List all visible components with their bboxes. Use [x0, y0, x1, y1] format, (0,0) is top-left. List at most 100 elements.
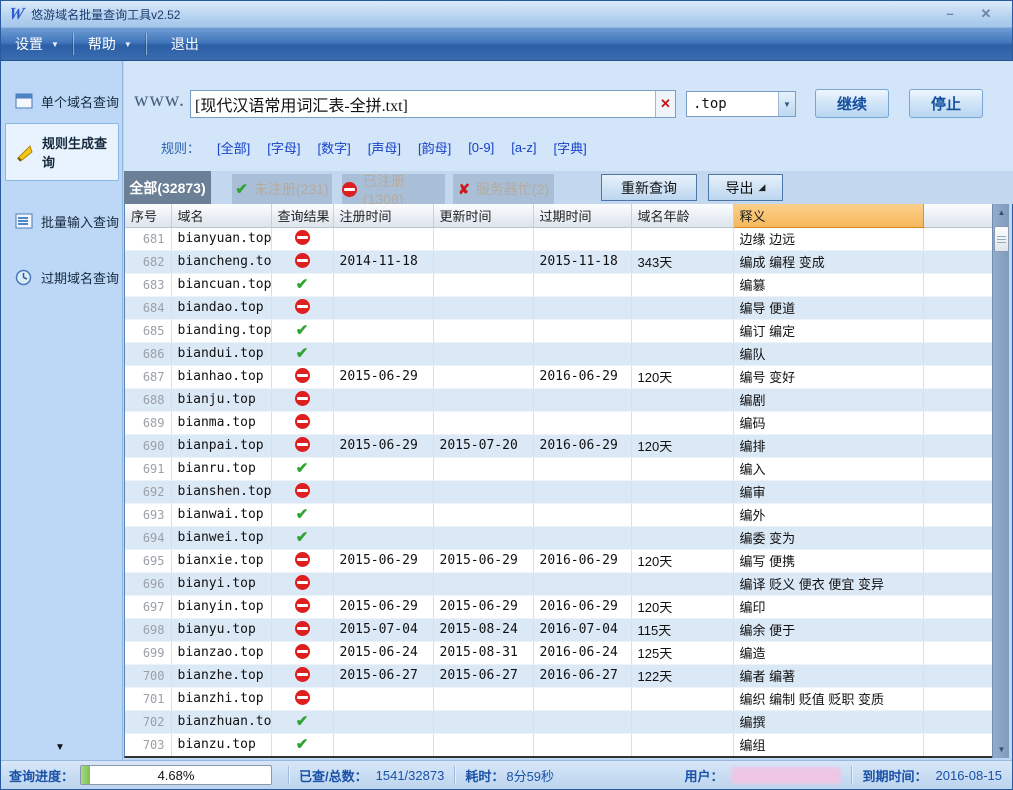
sidebar-item-label: 单个域名查询: [41, 92, 119, 111]
scroll-up-icon[interactable]: ▲: [993, 204, 1010, 221]
column-header-age[interactable]: 域名年龄: [631, 204, 733, 227]
column-header-expire[interactable]: 过期时间: [533, 204, 631, 227]
clear-input-icon[interactable]: ✕: [655, 91, 675, 117]
rule-link-0-9[interactable]: [0-9]: [468, 140, 494, 155]
table-row[interactable]: 698bianyu.top2015-07-042015-08-242016-07…: [125, 618, 992, 641]
table-row[interactable]: 693bianwai.top✔编外: [125, 503, 992, 526]
table-row[interactable]: 682biancheng.top2014-11-182015-11-18343天…: [125, 250, 992, 273]
seq-cell: 699: [125, 641, 171, 664]
status-divider: [851, 766, 852, 784]
filler-cell: [923, 342, 992, 365]
table-row[interactable]: 690bianpai.top2015-06-292015-07-202016-0…: [125, 434, 992, 457]
table-row[interactable]: 692bianshen.top编审: [125, 480, 992, 503]
table-row[interactable]: 699bianzao.top2015-06-242015-08-312016-0…: [125, 641, 992, 664]
table-row[interactable]: 695bianxie.top2015-06-292015-06-292016-0…: [125, 549, 992, 572]
continue-button[interactable]: 继续: [815, 89, 889, 118]
sidebar-item-single-query[interactable]: 单个域名查询: [5, 81, 119, 121]
tld-combobox[interactable]: .top ▼: [686, 91, 796, 117]
column-header-regdate[interactable]: 注册时间: [333, 204, 433, 227]
column-header-result[interactable]: 查询结果: [271, 204, 333, 227]
domain-cell: bianzhe.top: [171, 664, 271, 687]
filler-cell: [923, 388, 992, 411]
column-header-update[interactable]: 更新时间: [433, 204, 533, 227]
sidebar-item-expired-query[interactable]: 过期域名查询: [5, 257, 119, 297]
sidebar-scroll-more-icon[interactable]: ▼: [55, 742, 65, 753]
age-cell: 120天: [631, 365, 733, 388]
export-button[interactable]: 导出 ◢: [708, 174, 783, 201]
reg-date-cell: [333, 342, 433, 365]
menu-bar: 设置 ▼ 帮助 ▼ 退出: [1, 28, 1012, 61]
seq-cell: 698: [125, 618, 171, 641]
sidebar-item-batch-query[interactable]: 批量输入查询: [5, 201, 119, 241]
table-row[interactable]: 687bianhao.top2015-06-292016-06-29120天编号…: [125, 365, 992, 388]
column-header-meaning[interactable]: 释义: [733, 204, 923, 227]
table-row[interactable]: 685bianding.top✔编订 编定: [125, 319, 992, 342]
domain-cell: bianzhuan.top: [171, 710, 271, 733]
reg-date-cell: [333, 503, 433, 526]
age-cell: [631, 227, 733, 250]
table-row[interactable]: 691bianru.top✔编入: [125, 457, 992, 480]
table-row[interactable]: 696bianyi.top编译 贬义 便衣 便宜 变异: [125, 572, 992, 595]
chevron-down-icon[interactable]: ▼: [124, 40, 132, 49]
rule-link-letters[interactable]: [字母]: [267, 138, 300, 157]
registered-denied-icon: [295, 391, 310, 406]
available-check-icon: ✔: [296, 529, 309, 546]
expire-date-cell: [533, 388, 631, 411]
table-row[interactable]: 689bianma.top编码: [125, 411, 992, 434]
rule-link-dict[interactable]: [字典]: [554, 138, 587, 157]
reg-date-cell: [333, 687, 433, 710]
table-row[interactable]: 697bianyin.top2015-06-292015-06-292016-0…: [125, 595, 992, 618]
reg-date-cell: 2015-06-29: [333, 434, 433, 457]
registered-denied-icon: [295, 483, 310, 498]
menu-settings[interactable]: 设置 ▼: [1, 28, 73, 60]
table-row[interactable]: 703bianzu.top✔编组: [125, 733, 992, 756]
table-row[interactable]: 686biandui.top✔编队: [125, 342, 992, 365]
stop-button[interactable]: 停止: [909, 89, 983, 118]
sidebar-item-rule-query[interactable]: 规则生成查询: [5, 123, 119, 181]
rule-link-initials[interactable]: [声母]: [368, 138, 401, 157]
update-date-cell: 2015-06-27: [433, 664, 533, 687]
update-date-cell: [433, 411, 533, 434]
title-bar[interactable]: W 悠游域名批量查询工具v2.52 – ✕: [1, 1, 1012, 28]
tab-unregistered[interactable]: ✔ 未注册(231): [232, 174, 332, 204]
tab-server-busy[interactable]: ✘ 服务器忙(2): [453, 174, 554, 204]
table-row[interactable]: 694bianwei.top✔编委 变为: [125, 526, 992, 549]
domain-cell: bianshen.top: [171, 480, 271, 503]
table-row[interactable]: 701bianzhi.top编织 编制 贬值 贬职 变质: [125, 687, 992, 710]
rule-link-finals[interactable]: [韵母]: [418, 138, 451, 157]
reg-date-cell: [333, 319, 433, 342]
rule-link-all[interactable]: [全部]: [217, 138, 250, 157]
column-header-domain[interactable]: 域名: [171, 204, 271, 227]
tab-all-results[interactable]: 全部(32873): [124, 171, 211, 204]
table-row[interactable]: 681bianyuan.top边缘 边远: [125, 227, 992, 250]
expire-date-cell: [533, 526, 631, 549]
requery-button[interactable]: 重新查询: [601, 174, 697, 201]
menu-exit[interactable]: 退出: [157, 28, 213, 60]
age-cell: [631, 342, 733, 365]
registered-denied-icon: [295, 598, 310, 613]
filler-cell: [923, 480, 992, 503]
table-row[interactable]: 683biancuan.top✔编篡: [125, 273, 992, 296]
table-row[interactable]: 684biandao.top编导 便道: [125, 296, 992, 319]
tab-registered[interactable]: 已注册(1308): [342, 174, 445, 204]
table-row[interactable]: 702bianzhuan.top✔编撰: [125, 710, 992, 733]
filler-cell: [923, 664, 992, 687]
minimize-button[interactable]: –: [940, 6, 960, 22]
scrollbar-thumb[interactable]: [994, 226, 1009, 252]
table-row[interactable]: 688bianju.top编剧: [125, 388, 992, 411]
close-button[interactable]: ✕: [976, 6, 996, 22]
expire-date-cell: 2016-07-04: [533, 618, 631, 641]
vertical-scrollbar[interactable]: ▲ ▼: [992, 204, 1009, 758]
keyword-input[interactable]: [191, 91, 655, 117]
rule-link-a-z[interactable]: [a-z]: [511, 140, 536, 155]
reg-date-cell: 2015-06-27: [333, 664, 433, 687]
column-header-seq[interactable]: 序号: [125, 204, 171, 227]
menu-help[interactable]: 帮助 ▼: [74, 28, 146, 60]
chevron-down-icon[interactable]: ▼: [51, 40, 59, 49]
chevron-down-icon[interactable]: ▼: [778, 92, 795, 116]
column-header-filler: [923, 204, 992, 227]
table-row[interactable]: 700bianzhe.top2015-06-272015-06-272016-0…: [125, 664, 992, 687]
scroll-down-icon[interactable]: ▼: [993, 741, 1010, 758]
rule-link-digits[interactable]: [数字]: [317, 138, 350, 157]
domain-cell: bianyi.top: [171, 572, 271, 595]
